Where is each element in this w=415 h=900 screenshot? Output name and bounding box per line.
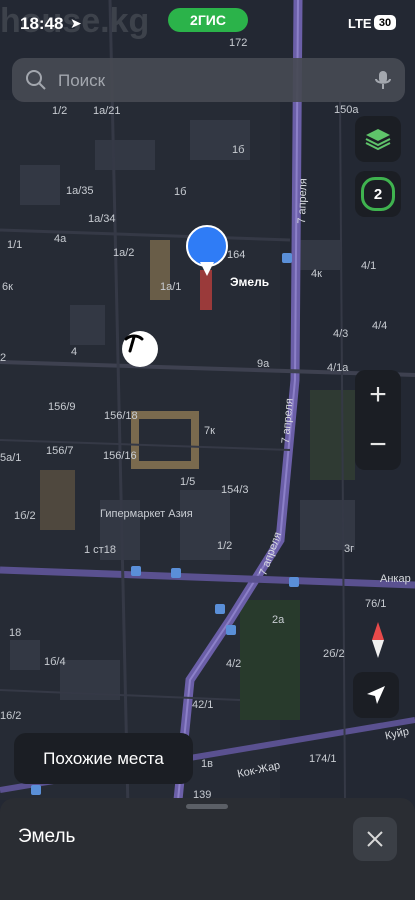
layers-button[interactable] xyxy=(355,116,401,162)
location-arrow-icon: ➤ xyxy=(70,15,82,31)
traffic-button[interactable]: 2 xyxy=(355,171,401,217)
place-title: Эмель xyxy=(18,826,76,847)
bottom-sheet: Эмель xyxy=(0,798,415,900)
search-input[interactable] xyxy=(56,66,360,96)
compass-icon xyxy=(372,622,384,658)
zoom-controls: + − xyxy=(355,370,401,470)
status-time: 18:48 xyxy=(20,14,64,33)
battery-indicator: 30 xyxy=(374,15,396,30)
pin-label: Эмель xyxy=(230,275,270,289)
zoom-out-button[interactable]: − xyxy=(355,420,401,470)
status-bar: 18:48 ➤ 2ГИС LTE 30 xyxy=(0,0,415,48)
zoom-in-button[interactable]: + xyxy=(355,370,401,420)
poi-logo-icon[interactable] xyxy=(122,331,158,367)
traffic-badge: 2 xyxy=(361,177,395,211)
search-icon xyxy=(26,70,46,90)
layers-icon xyxy=(365,129,391,151)
network-label: LTE xyxy=(348,16,372,31)
similar-places-button[interactable]: Похожие места xyxy=(14,733,193,784)
my-location-button[interactable] xyxy=(353,672,399,718)
search-bar[interactable] xyxy=(12,58,405,102)
navigation-arrow-icon xyxy=(367,686,385,704)
compass-button[interactable] xyxy=(355,615,401,665)
brand-badge: 2ГИС xyxy=(168,8,248,32)
close-button[interactable] xyxy=(353,817,397,861)
sheet-handle[interactable] xyxy=(186,804,228,809)
microphone-icon[interactable] xyxy=(371,68,395,92)
close-icon xyxy=(367,831,383,847)
